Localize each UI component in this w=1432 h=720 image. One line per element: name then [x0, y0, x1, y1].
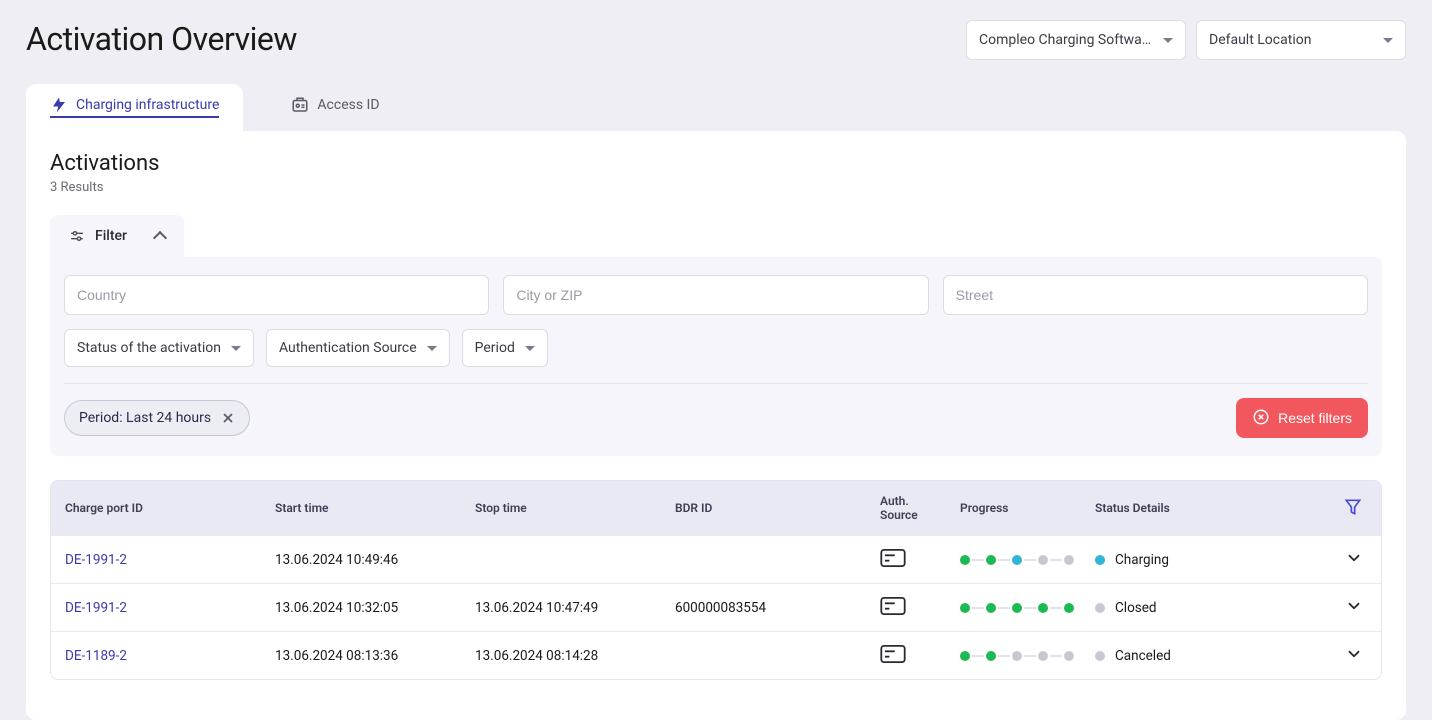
street-input[interactable]	[943, 275, 1368, 315]
tab-access-id[interactable]: Access ID	[267, 84, 403, 132]
status-dot	[1095, 603, 1105, 613]
charge-port-link[interactable]: DE-1991-2	[65, 600, 127, 616]
expand-row-button[interactable]	[1345, 597, 1363, 619]
chevron-down-icon	[231, 346, 241, 351]
auth-source-filter-select[interactable]: Authentication Source	[266, 329, 450, 367]
chevron-down-icon	[1163, 38, 1173, 43]
location-select-label: Default Location	[1209, 32, 1311, 48]
chevron-up-icon	[153, 231, 167, 245]
status-filter-select[interactable]: Status of the activation	[64, 329, 254, 367]
reset-filters-button[interactable]: Reset filters	[1236, 398, 1368, 438]
status-cell: Closed	[1089, 600, 1309, 616]
tab-charging-infrastructure[interactable]: Charging infrastructure	[26, 84, 243, 132]
status-filter-label: Status of the activation	[77, 340, 221, 356]
tab-underline	[50, 116, 219, 118]
content-card: Activations 3 Results Filter Status of t…	[26, 131, 1406, 720]
filter-toggle[interactable]: Filter	[50, 215, 184, 257]
org-select[interactable]: Compleo Charging Softwa…	[966, 20, 1186, 60]
sliders-icon	[69, 228, 85, 244]
status-dot	[1095, 651, 1105, 661]
expand-row-button[interactable]	[1345, 645, 1363, 667]
reset-filters-label: Reset filters	[1278, 410, 1352, 426]
status-text: Charging	[1115, 552, 1169, 568]
divider	[64, 383, 1368, 384]
table-header: Charge port ID Start time Stop time BDR …	[51, 481, 1381, 535]
close-icon[interactable]	[221, 411, 235, 425]
progress-cell	[954, 555, 1089, 565]
stop-time-cell: 13.06.2024 10:47:49	[469, 600, 669, 616]
progress-cell	[954, 651, 1089, 661]
filter-label: Filter	[95, 228, 127, 244]
location-select[interactable]: Default Location	[1196, 20, 1406, 60]
period-filter-label: Period	[475, 340, 515, 356]
bolt-icon	[50, 96, 68, 114]
status-text: Canceled	[1115, 648, 1171, 664]
card-icon	[874, 549, 954, 571]
table-row: DE-1991-2 13.06.2024 10:49:46 Charging	[51, 535, 1381, 583]
card-icon	[874, 597, 954, 619]
page-title: Activation Overview	[26, 20, 297, 58]
expand-row-button[interactable]	[1345, 549, 1363, 571]
activations-table: Charge port ID Start time Stop time BDR …	[50, 480, 1382, 680]
status-cell: Charging	[1089, 552, 1309, 568]
active-filter-pill[interactable]: Period: Last 24 hours	[64, 400, 250, 436]
col-header-start-time[interactable]: Start time	[269, 501, 469, 515]
filter-panel: Status of the activation Authentication …	[50, 257, 1382, 456]
bdr-id-cell: 600000083554	[669, 600, 874, 616]
col-header-progress[interactable]: Progress	[954, 501, 1089, 515]
col-header-status-details[interactable]: Status Details	[1089, 501, 1309, 515]
active-filter-label: Period: Last 24 hours	[79, 410, 211, 426]
id-card-icon	[291, 96, 309, 114]
org-select-label: Compleo Charging Softwa…	[979, 32, 1151, 48]
stop-time-cell: 13.06.2024 08:14:28	[469, 648, 669, 664]
column-picker-icon[interactable]	[1343, 497, 1363, 520]
status-text: Closed	[1115, 600, 1157, 616]
auth-source-filter-label: Authentication Source	[279, 340, 417, 356]
start-time-cell: 13.06.2024 08:13:36	[269, 648, 469, 664]
tab-label: Charging infrastructure	[76, 97, 219, 113]
chevron-down-icon	[1383, 38, 1393, 43]
col-header-bdr-id[interactable]: BDR ID	[669, 501, 874, 515]
start-time-cell: 13.06.2024 10:49:46	[269, 552, 469, 568]
col-header-charge-port[interactable]: Charge port ID	[59, 501, 269, 515]
status-dot	[1095, 555, 1105, 565]
chevron-down-icon	[427, 346, 437, 351]
start-time-cell: 13.06.2024 10:32:05	[269, 600, 469, 616]
progress-cell	[954, 603, 1089, 613]
result-count: 3 Results	[50, 180, 1382, 195]
charge-port-link[interactable]: DE-1189-2	[65, 648, 127, 664]
card-icon	[874, 645, 954, 667]
col-header-stop-time[interactable]: Stop time	[469, 501, 669, 515]
chevron-down-icon	[525, 346, 535, 351]
x-circle-icon	[1252, 408, 1270, 429]
col-header-auth-source[interactable]: Auth. Source	[874, 494, 954, 523]
table-row: DE-1991-2 13.06.2024 10:32:0513.06.2024 1…	[51, 583, 1381, 631]
country-input[interactable]	[64, 275, 489, 315]
table-row: DE-1189-2 13.06.2024 08:13:3613.06.2024 0…	[51, 631, 1381, 679]
period-filter-select[interactable]: Period	[462, 329, 548, 367]
city-zip-input[interactable]	[503, 275, 928, 315]
charge-port-link[interactable]: DE-1991-2	[65, 552, 127, 568]
section-title: Activations	[50, 151, 1382, 176]
status-cell: Canceled	[1089, 648, 1309, 664]
tab-label: Access ID	[317, 97, 379, 113]
